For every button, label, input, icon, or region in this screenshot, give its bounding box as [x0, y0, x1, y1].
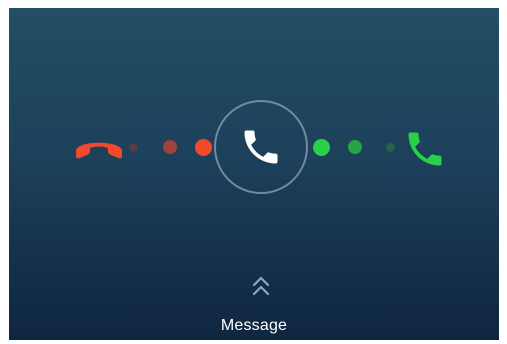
answer-trail-dot — [386, 143, 395, 152]
decline-trail-dot — [129, 143, 138, 152]
phone-answer-icon[interactable] — [403, 127, 447, 171]
decline-trail-dot — [195, 139, 212, 156]
double-chevron-up-icon — [252, 276, 270, 296]
incoming-call-screen: Message — [9, 8, 499, 340]
decline-trail-dot — [163, 140, 177, 154]
answer-trail-dot — [313, 139, 330, 156]
message-button[interactable]: Message — [9, 317, 499, 335]
call-slider-handle[interactable] — [214, 100, 308, 194]
answer-trail-dot — [348, 140, 362, 154]
phone-icon — [244, 130, 278, 164]
phone-hangup-icon[interactable] — [73, 132, 125, 162]
